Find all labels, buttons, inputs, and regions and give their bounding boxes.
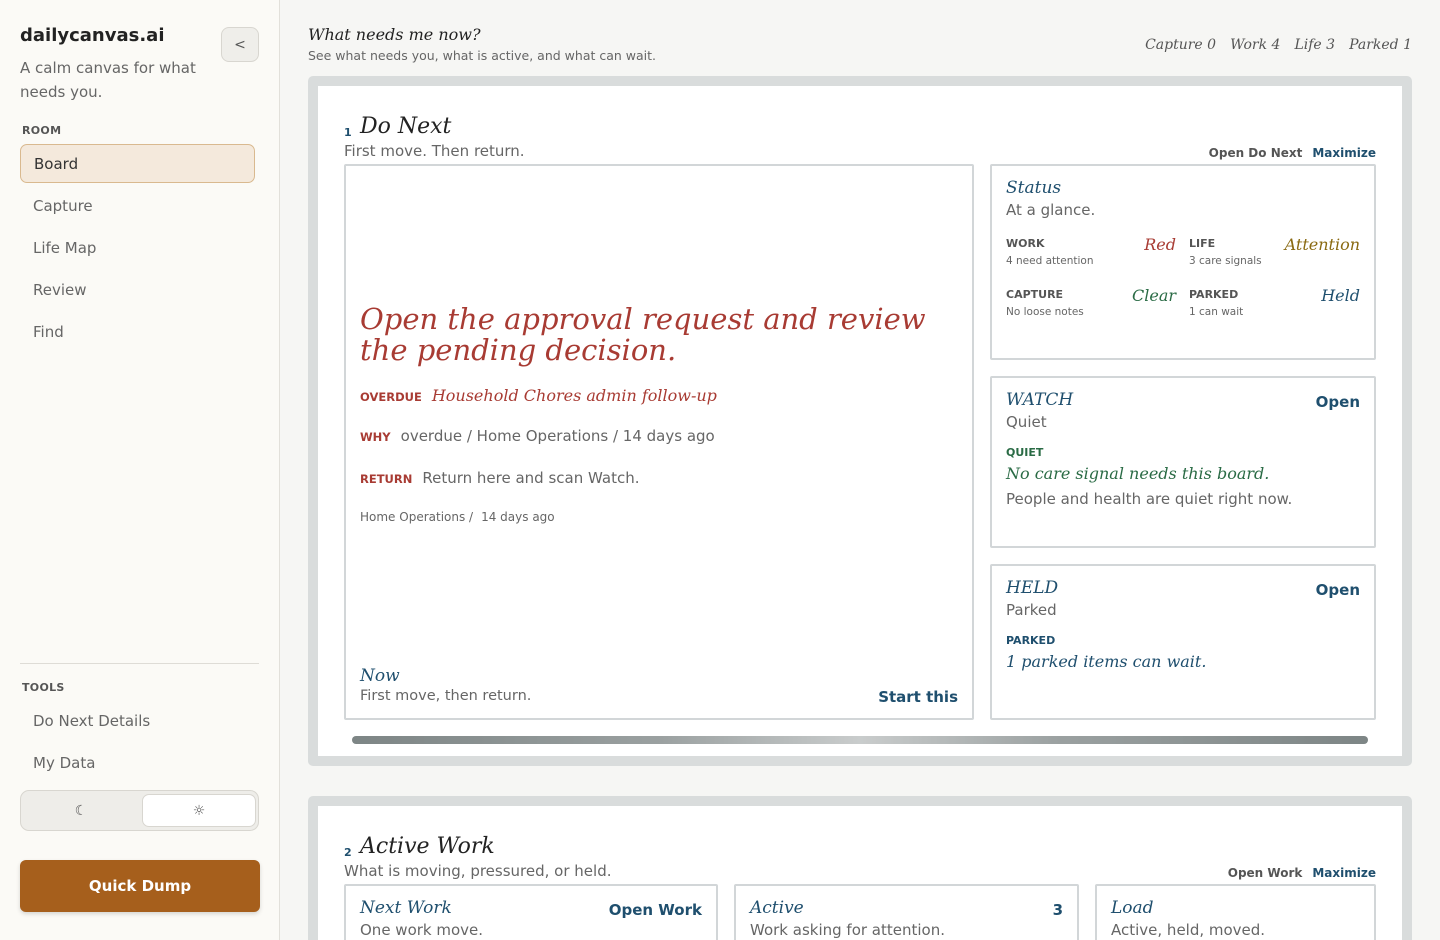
stat-parked-value: Held	[1321, 286, 1360, 305]
watch-tag: QUIET	[1006, 446, 1044, 459]
nav-item-do-next-details[interactable]: Do Next Details	[20, 701, 255, 740]
maximize-link[interactable]: Maximize	[1312, 146, 1376, 160]
open-work-link[interactable]: Open Work	[1228, 866, 1303, 880]
watch-headline: No care signal needs this board.	[1006, 464, 1270, 483]
held-headline: 1 parked items can wait.	[1006, 652, 1207, 671]
return-row: RETURN Return here and scan Watch.	[360, 469, 639, 487]
count-life[interactable]: Life 3	[1294, 37, 1335, 53]
crumb-area[interactable]: Home Operations /	[360, 510, 473, 524]
active-count-badge: 3	[1052, 901, 1063, 919]
held-tag: PARKED	[1006, 634, 1056, 647]
load-subtitle: Active, held, moved.	[1111, 921, 1266, 939]
nav-item-board[interactable]: Board	[20, 144, 255, 183]
sidebar-divider	[20, 663, 259, 664]
room-section-label: ROOM	[22, 124, 62, 137]
count-work[interactable]: Work 4	[1230, 37, 1280, 53]
do-next-panel: 1 Do Next First move. Then return. Open …	[308, 76, 1412, 766]
next-work-card: Next Work One work move. Open Work	[344, 884, 718, 940]
why-row: WHY overdue / Home Operations / 14 days …	[360, 427, 715, 445]
active-card: Active Work asking for attention. 3	[734, 884, 1079, 940]
quick-dump-button[interactable]: Quick Dump	[20, 860, 260, 912]
now-title: Now	[360, 666, 400, 686]
count-parked[interactable]: Parked 1	[1349, 37, 1412, 53]
panel-title: Do Next	[360, 114, 452, 139]
nav-item-my-data[interactable]: My Data	[20, 743, 255, 782]
sun-icon[interactable]: ☼	[142, 794, 256, 827]
stat-capture-desc: No loose notes	[1006, 306, 1084, 318]
watch-subtitle: Quiet	[1006, 413, 1047, 431]
next-work-open-button[interactable]: Open Work	[609, 901, 702, 919]
stat-work-key: WORK	[1006, 237, 1045, 250]
stat-life-desc: 3 care signals	[1189, 255, 1262, 267]
stat-life-key: LIFE	[1189, 237, 1216, 250]
crumb-time: 14 days ago	[481, 510, 555, 524]
held-card: HELD Parked Open PARKED 1 parked items c…	[990, 564, 1376, 720]
nav-item-find[interactable]: Find	[20, 312, 255, 351]
panel-subtitle: First move. Then return.	[344, 142, 525, 160]
stat-life-value: Attention	[1284, 235, 1360, 254]
maximize-link[interactable]: Maximize	[1312, 866, 1376, 880]
load-card: Load Active, held, moved.	[1095, 884, 1376, 940]
panel-subtitle: What is moving, pressured, or held.	[344, 862, 612, 880]
watch-body: People and health are quiet right now.	[1006, 490, 1293, 508]
nav-item-capture[interactable]: Capture	[20, 186, 255, 225]
status-subtitle: At a glance.	[1006, 201, 1096, 219]
stat-parked-desc: 1 can wait	[1189, 306, 1244, 318]
stat-work-value: Red	[1144, 235, 1176, 254]
task-card: Open the approval request and review the…	[344, 164, 974, 720]
sidebar: dailycanvas.ai A calm canvas for what ne…	[0, 0, 280, 940]
panel-links: Open Work Maximize	[1228, 866, 1376, 880]
task-breadcrumb: Home Operations / 14 days ago	[360, 510, 555, 524]
active-subtitle: Work asking for attention.	[750, 921, 945, 939]
why-key: WHY	[360, 430, 391, 444]
overdue-value: Household Chores admin follow-up	[431, 386, 717, 405]
start-this-button[interactable]: Start this	[878, 688, 958, 706]
brand-name: dailycanvas.ai	[20, 25, 165, 46]
active-title: Active	[750, 898, 804, 918]
watch-open-button[interactable]: Open	[1316, 393, 1360, 411]
overdue-row: OVERDUE Household Chores admin follow-up	[360, 386, 717, 405]
panel-title: Active Work	[360, 834, 495, 859]
panel-number: 2	[344, 846, 352, 859]
horizontal-scrollbar[interactable]	[352, 736, 1368, 744]
do-next-panel-body: 1 Do Next First move. Then return. Open …	[318, 86, 1402, 756]
stat-parked-key: PARKED	[1189, 288, 1239, 301]
next-work-subtitle: One work move.	[360, 921, 484, 939]
nav-item-life-map[interactable]: Life Map	[20, 228, 255, 267]
now-subtitle: First move, then return.	[360, 688, 532, 704]
count-capture[interactable]: Capture 0	[1145, 37, 1216, 53]
stat-capture-value: Clear	[1131, 286, 1176, 305]
status-title: Status	[1006, 178, 1062, 198]
active-work-panel-body: 2 Active Work What is moving, pressured,…	[318, 806, 1402, 940]
panel-number: 1	[344, 126, 352, 139]
status-card: Status At a glance. WORK 4 need attentio…	[990, 164, 1376, 360]
return-key: RETURN	[360, 472, 413, 486]
panel-links: Open Do Next Maximize	[1209, 146, 1376, 160]
watch-card: WATCH Quiet Open QUIET No care signal ne…	[990, 376, 1376, 548]
overdue-key: OVERDUE	[360, 390, 422, 404]
load-title: Load	[1111, 898, 1154, 918]
active-work-panel: 2 Active Work What is moving, pressured,…	[308, 796, 1412, 940]
moon-icon[interactable]: ☾	[24, 794, 138, 827]
page-title: What needs me now?	[308, 25, 481, 44]
tools-section-label: TOOLS	[22, 681, 65, 694]
stat-capture-key: CAPTURE	[1006, 288, 1064, 301]
brand-tagline: A calm canvas for what needs you.	[20, 59, 196, 101]
return-value: Return here and scan Watch.	[422, 469, 640, 487]
stat-work-desc: 4 need attention	[1006, 255, 1094, 267]
next-work-title: Next Work	[360, 898, 452, 918]
held-title: HELD	[1006, 578, 1059, 598]
theme-toggle: ☾ ☼	[20, 790, 259, 831]
open-do-next-link[interactable]: Open Do Next	[1209, 146, 1303, 160]
nav-item-review[interactable]: Review	[20, 270, 255, 309]
why-value: overdue / Home Operations / 14 days ago	[400, 427, 715, 445]
collapse-sidebar-button[interactable]: <	[221, 27, 259, 62]
held-open-button[interactable]: Open	[1316, 581, 1360, 599]
page-subtitle: See what needs you, what is active, and …	[308, 48, 657, 63]
summary-counts: Capture 0 Work 4 Life 3 Parked 1	[1145, 37, 1412, 53]
task-title: Open the approval request and review the…	[360, 302, 926, 367]
watch-title: WATCH	[1006, 390, 1074, 410]
held-subtitle: Parked	[1006, 601, 1057, 619]
